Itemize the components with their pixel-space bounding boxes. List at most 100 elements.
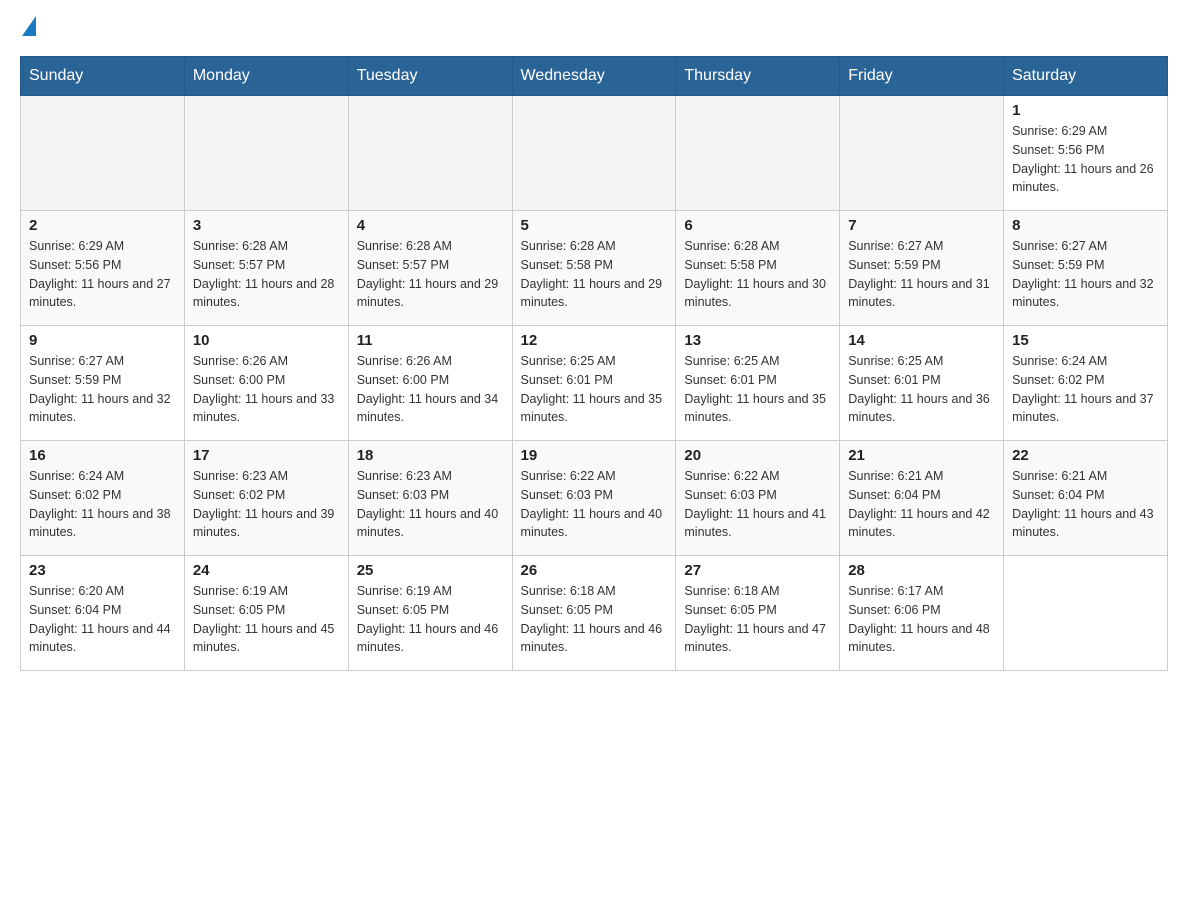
day-number: 1: [1012, 102, 1159, 119]
day-info: Sunrise: 6:19 AM Sunset: 6:05 PM Dayligh…: [193, 582, 340, 657]
day-number: 24: [193, 562, 340, 579]
calendar-cell: 8 Sunrise: 6:27 AM Sunset: 5:59 PM Daylig…: [1004, 211, 1168, 326]
day-info: Sunrise: 6:22 AM Sunset: 6:03 PM Dayligh…: [521, 467, 668, 542]
calendar-cell: 20Sunrise: 6:22 AM Sunset: 6:03 PM Dayli…: [676, 441, 840, 556]
calendar-cell: [1004, 556, 1168, 671]
day-info: Sunrise: 6:24 AM Sunset: 6:02 PM Dayligh…: [29, 467, 176, 542]
calendar-cell: 14 Sunrise: 6:25 AM Sunset: 6:01 PM Dayli…: [840, 326, 1004, 441]
day-info: Sunrise: 6:29 AM Sunset: 5:56 PM Dayligh…: [29, 237, 176, 312]
calendar-cell: 1 Sunrise: 6:29 AM Sunset: 5:56 PM Daylig…: [1004, 96, 1168, 211]
day-number: 2: [29, 217, 176, 234]
calendar-cell: 3 Sunrise: 6:28 AM Sunset: 5:57 PM Daylig…: [184, 211, 348, 326]
calendar-cell: 9 Sunrise: 6:27 AM Sunset: 5:59 PM Daylig…: [21, 326, 185, 441]
day-number: 13: [684, 332, 831, 349]
day-number: 21: [848, 447, 995, 464]
weekday-header-tuesday: Tuesday: [348, 57, 512, 96]
calendar-cell: 13 Sunrise: 6:25 AM Sunset: 6:01 PM Dayli…: [676, 326, 840, 441]
day-number: 10: [193, 332, 340, 349]
day-number: 6: [684, 217, 831, 234]
calendar-cell: [348, 96, 512, 211]
weekday-header-sunday: Sunday: [21, 57, 185, 96]
day-info: Sunrise: 6:23 AM Sunset: 6:03 PM Dayligh…: [357, 467, 504, 542]
day-number: 19: [521, 447, 668, 464]
day-number: 20: [684, 447, 831, 464]
weekday-header-saturday: Saturday: [1004, 57, 1168, 96]
day-info: Sunrise: 6:27 AM Sunset: 5:59 PM Dayligh…: [1012, 237, 1159, 312]
calendar-cell: [512, 96, 676, 211]
day-info: Sunrise: 6:28 AM Sunset: 5:58 PM Dayligh…: [684, 237, 831, 312]
calendar-cell: 7 Sunrise: 6:27 AM Sunset: 5:59 PM Daylig…: [840, 211, 1004, 326]
day-info: Sunrise: 6:19 AM Sunset: 6:05 PM Dayligh…: [357, 582, 504, 657]
calendar-cell: 19 Sunrise: 6:22 AM Sunset: 6:03 PM Dayli…: [512, 441, 676, 556]
calendar-cell: 15Sunrise: 6:24 AM Sunset: 6:02 PM Dayli…: [1004, 326, 1168, 441]
calendar-cell: 24 Sunrise: 6:19 AM Sunset: 6:05 PM Dayli…: [184, 556, 348, 671]
day-number: 14: [848, 332, 995, 349]
day-info: Sunrise: 6:29 AM Sunset: 5:56 PM Dayligh…: [1012, 122, 1159, 197]
day-number: 7: [848, 217, 995, 234]
calendar-week-row: 9 Sunrise: 6:27 AM Sunset: 5:59 PM Daylig…: [21, 326, 1168, 441]
day-info: Sunrise: 6:26 AM Sunset: 6:00 PM Dayligh…: [193, 352, 340, 427]
calendar-cell: [676, 96, 840, 211]
calendar-cell: 6 Sunrise: 6:28 AM Sunset: 5:58 PM Daylig…: [676, 211, 840, 326]
day-info: Sunrise: 6:28 AM Sunset: 5:58 PM Dayligh…: [521, 237, 668, 312]
weekday-header-row: SundayMondayTuesdayWednesdayThursdayFrid…: [21, 57, 1168, 96]
day-info: Sunrise: 6:27 AM Sunset: 5:59 PM Dayligh…: [29, 352, 176, 427]
page-header: [20, 20, 1168, 36]
day-number: 5: [521, 217, 668, 234]
calendar-cell: [21, 96, 185, 211]
calendar-cell: 23Sunrise: 6:20 AM Sunset: 6:04 PM Dayli…: [21, 556, 185, 671]
day-info: Sunrise: 6:26 AM Sunset: 6:00 PM Dayligh…: [357, 352, 504, 427]
day-number: 23: [29, 562, 176, 579]
day-info: Sunrise: 6:28 AM Sunset: 5:57 PM Dayligh…: [193, 237, 340, 312]
day-info: Sunrise: 6:25 AM Sunset: 6:01 PM Dayligh…: [521, 352, 668, 427]
calendar-cell: 26 Sunrise: 6:18 AM Sunset: 6:05 PM Dayli…: [512, 556, 676, 671]
day-number: 27: [684, 562, 831, 579]
calendar-cell: 11 Sunrise: 6:26 AM Sunset: 6:00 PM Dayli…: [348, 326, 512, 441]
day-info: Sunrise: 6:25 AM Sunset: 6:01 PM Dayligh…: [684, 352, 831, 427]
weekday-header-monday: Monday: [184, 57, 348, 96]
calendar-table: SundayMondayTuesdayWednesdayThursdayFrid…: [20, 56, 1168, 671]
day-info: Sunrise: 6:25 AM Sunset: 6:01 PM Dayligh…: [848, 352, 995, 427]
calendar-cell: 22Sunrise: 6:21 AM Sunset: 6:04 PM Dayli…: [1004, 441, 1168, 556]
calendar-cell: 12 Sunrise: 6:25 AM Sunset: 6:01 PM Dayli…: [512, 326, 676, 441]
calendar-week-row: 23Sunrise: 6:20 AM Sunset: 6:04 PM Dayli…: [21, 556, 1168, 671]
calendar-week-row: 16Sunrise: 6:24 AM Sunset: 6:02 PM Dayli…: [21, 441, 1168, 556]
day-info: Sunrise: 6:18 AM Sunset: 6:05 PM Dayligh…: [684, 582, 831, 657]
calendar-cell: 2 Sunrise: 6:29 AM Sunset: 5:56 PM Daylig…: [21, 211, 185, 326]
day-number: 12: [521, 332, 668, 349]
calendar-cell: 21 Sunrise: 6:21 AM Sunset: 6:04 PM Dayli…: [840, 441, 1004, 556]
day-info: Sunrise: 6:21 AM Sunset: 6:04 PM Dayligh…: [1012, 467, 1159, 542]
day-number: 18: [357, 447, 504, 464]
calendar-cell: 27 Sunrise: 6:18 AM Sunset: 6:05 PM Dayli…: [676, 556, 840, 671]
calendar-week-row: 2 Sunrise: 6:29 AM Sunset: 5:56 PM Daylig…: [21, 211, 1168, 326]
day-number: 26: [521, 562, 668, 579]
day-info: Sunrise: 6:28 AM Sunset: 5:57 PM Dayligh…: [357, 237, 504, 312]
calendar-cell: 18 Sunrise: 6:23 AM Sunset: 6:03 PM Dayli…: [348, 441, 512, 556]
calendar-cell: 5 Sunrise: 6:28 AM Sunset: 5:58 PM Daylig…: [512, 211, 676, 326]
weekday-header-thursday: Thursday: [676, 57, 840, 96]
day-number: 9: [29, 332, 176, 349]
calendar-cell: 4 Sunrise: 6:28 AM Sunset: 5:57 PM Daylig…: [348, 211, 512, 326]
logo-triangle-icon: [22, 16, 36, 36]
weekday-header-friday: Friday: [840, 57, 1004, 96]
day-number: 17: [193, 447, 340, 464]
day-info: Sunrise: 6:27 AM Sunset: 5:59 PM Dayligh…: [848, 237, 995, 312]
day-number: 3: [193, 217, 340, 234]
day-info: Sunrise: 6:18 AM Sunset: 6:05 PM Dayligh…: [521, 582, 668, 657]
day-info: Sunrise: 6:23 AM Sunset: 6:02 PM Dayligh…: [193, 467, 340, 542]
logo: [20, 20, 36, 36]
calendar-cell: 25 Sunrise: 6:19 AM Sunset: 6:05 PM Dayli…: [348, 556, 512, 671]
day-number: 4: [357, 217, 504, 234]
day-number: 25: [357, 562, 504, 579]
weekday-header-wednesday: Wednesday: [512, 57, 676, 96]
calendar-week-row: 1 Sunrise: 6:29 AM Sunset: 5:56 PM Daylig…: [21, 96, 1168, 211]
day-number: 28: [848, 562, 995, 579]
calendar-cell: 17 Sunrise: 6:23 AM Sunset: 6:02 PM Dayli…: [184, 441, 348, 556]
calendar-cell: 16Sunrise: 6:24 AM Sunset: 6:02 PM Dayli…: [21, 441, 185, 556]
day-info: Sunrise: 6:24 AM Sunset: 6:02 PM Dayligh…: [1012, 352, 1159, 427]
calendar-cell: 10 Sunrise: 6:26 AM Sunset: 6:00 PM Dayli…: [184, 326, 348, 441]
day-number: 11: [357, 332, 504, 349]
day-number: 8: [1012, 217, 1159, 234]
day-info: Sunrise: 6:21 AM Sunset: 6:04 PM Dayligh…: [848, 467, 995, 542]
calendar-cell: [184, 96, 348, 211]
